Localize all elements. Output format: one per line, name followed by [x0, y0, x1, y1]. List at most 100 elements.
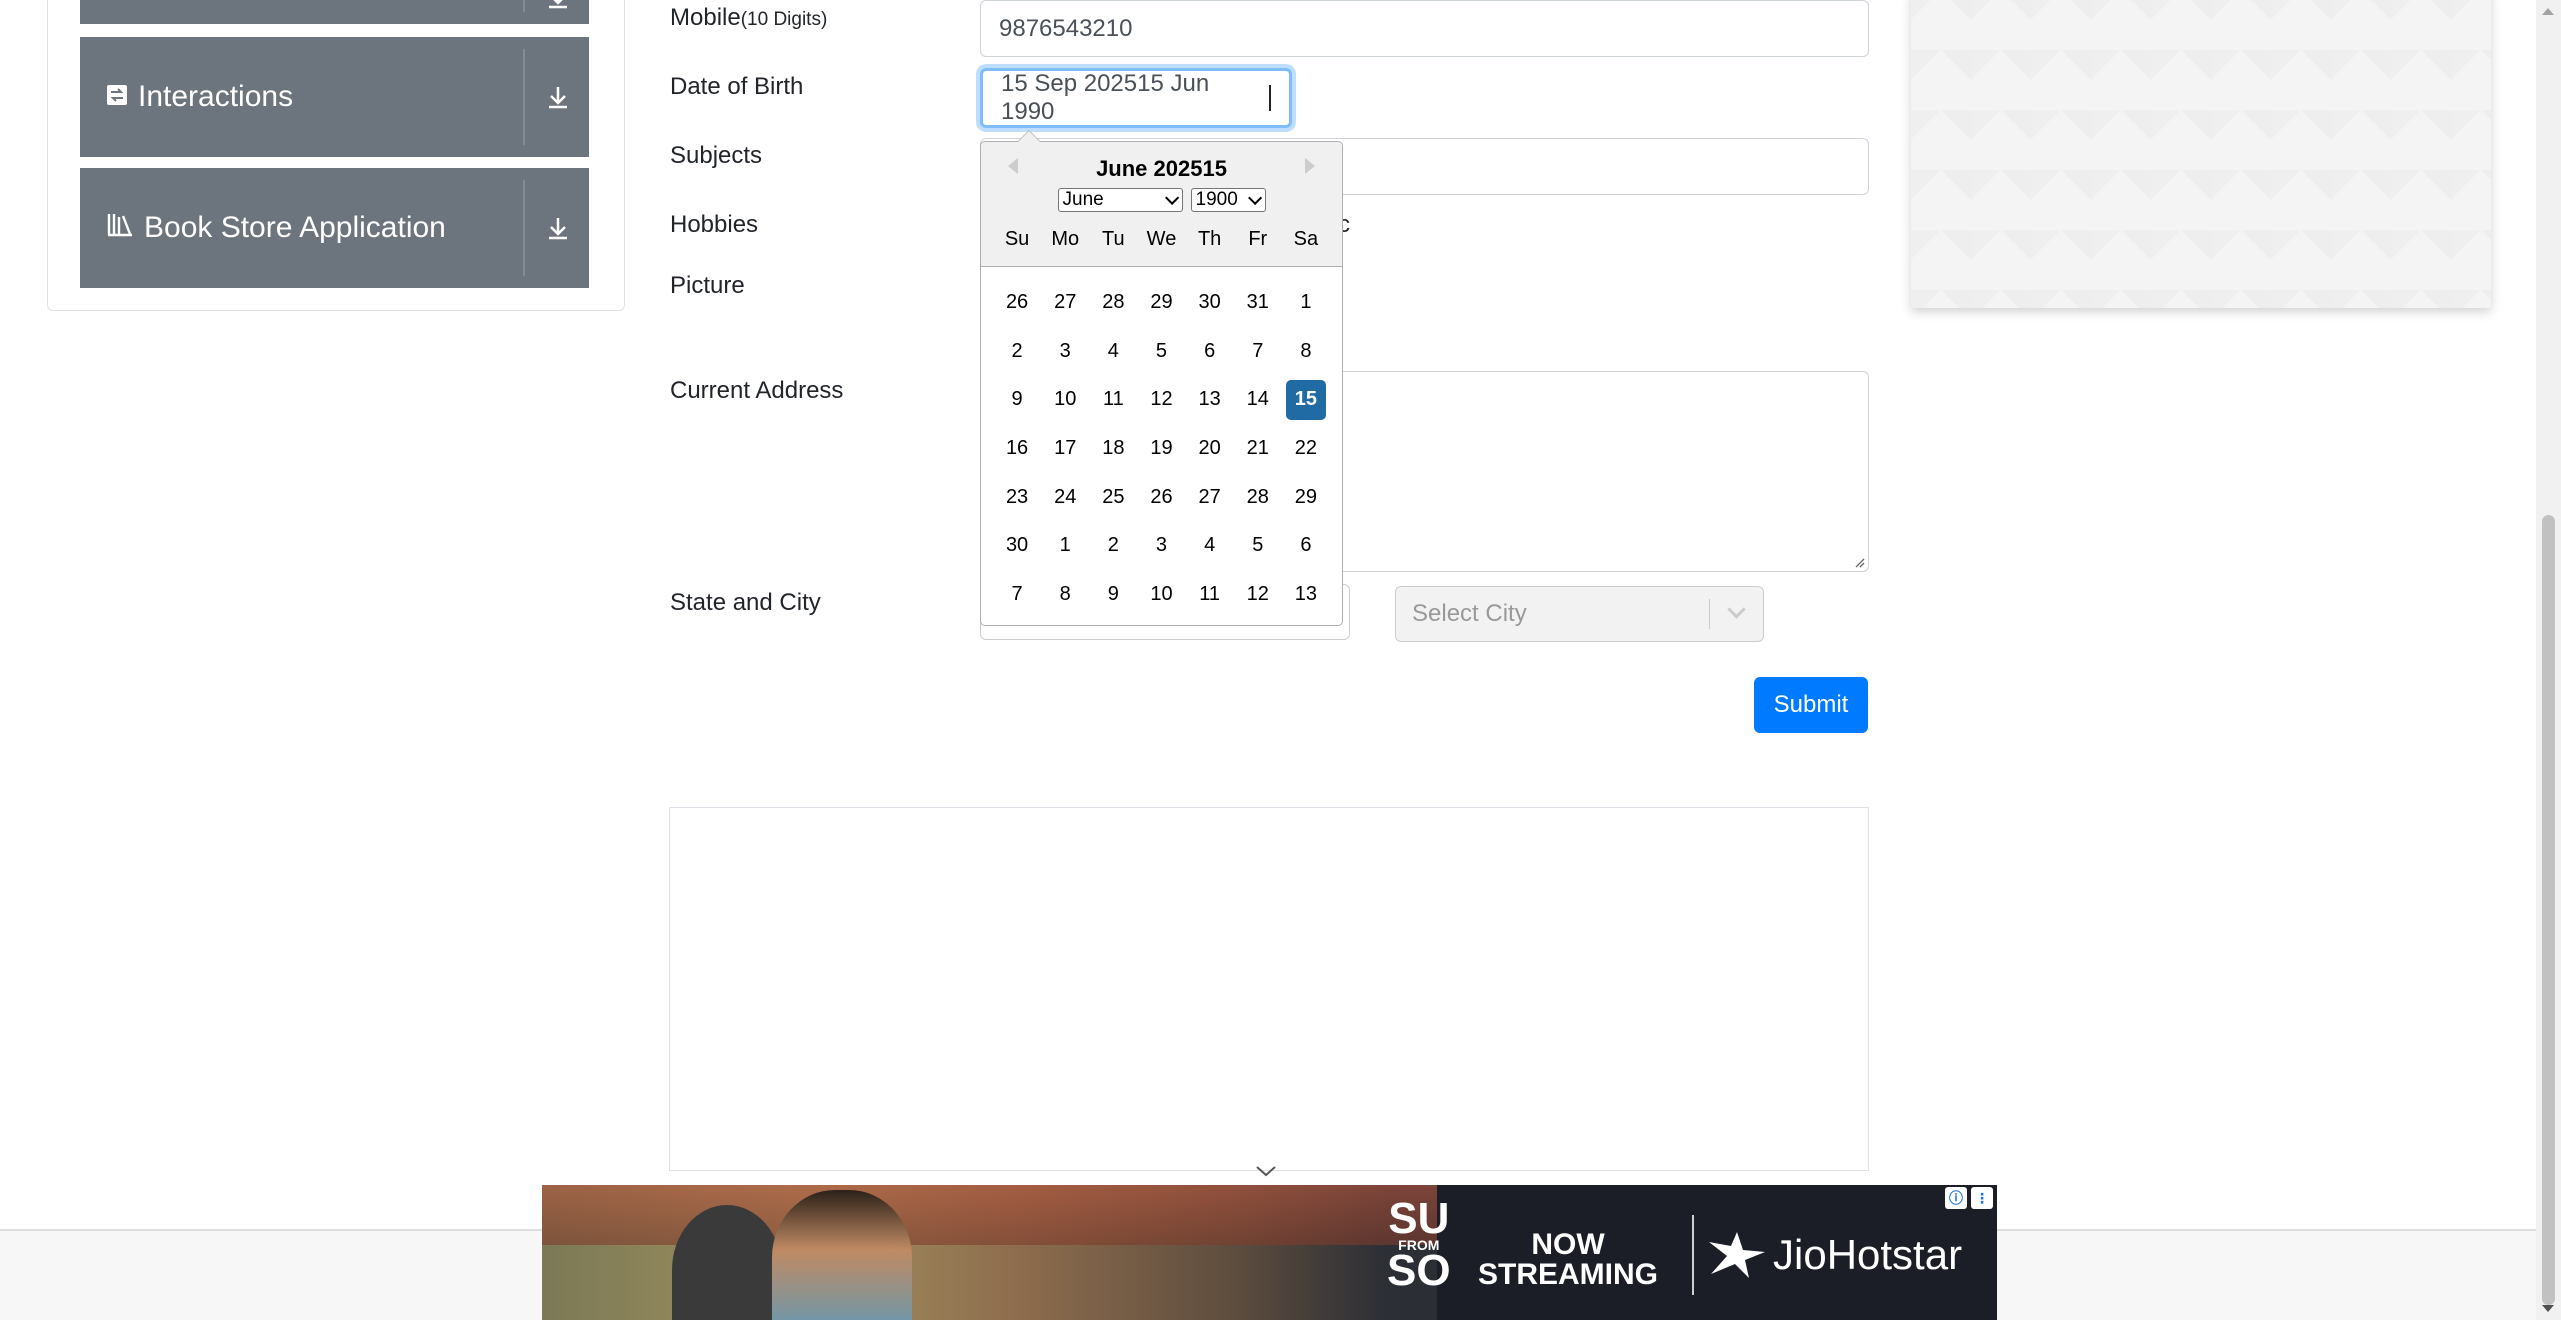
calendar-day-number: 3: [1059, 339, 1071, 362]
calendar-day[interactable]: 28: [1089, 278, 1137, 327]
calendar-day[interactable]: 12: [1234, 570, 1282, 619]
ad-brand: JioHotstar: [1707, 1230, 1962, 1280]
calendar-day[interactable]: 1: [1041, 521, 1089, 570]
calendar-day[interactable]: 14: [1234, 375, 1282, 424]
calendar-day-number: 9: [1107, 582, 1119, 605]
weekday-header: Su Mo Tu We Th Fr Sa: [993, 228, 1330, 251]
calendar-day[interactable]: 17: [1041, 424, 1089, 473]
month-select[interactable]: June: [1057, 188, 1183, 212]
year-select[interactable]: 1900: [1190, 188, 1266, 212]
calendar-day[interactable]: 9: [993, 375, 1041, 424]
next-month-icon[interactable]: [1305, 158, 1315, 174]
calendar-day-number: 27: [1198, 485, 1221, 508]
calendar-day[interactable]: 29: [1137, 278, 1185, 327]
sidebar-group-interactions[interactable]: Interactions: [80, 37, 589, 157]
calendar-day[interactable]: 30: [1186, 278, 1234, 327]
calendar-day[interactable]: 12: [1137, 375, 1185, 424]
calendar-day[interactable]: 27: [1041, 278, 1089, 327]
calendar-day-number: 8: [1300, 339, 1312, 362]
calendar-day[interactable]: 10: [1137, 570, 1185, 619]
calendar-day[interactable]: 31: [1234, 278, 1282, 327]
calendar-day[interactable]: 6: [1186, 327, 1234, 376]
calendar-day-number: 10: [1054, 388, 1077, 411]
calendar-day-selected[interactable]: 15: [1282, 375, 1330, 424]
calendar-day-number: 11: [1199, 582, 1220, 605]
calendar-day[interactable]: 30: [993, 521, 1041, 570]
calendar-day-number: 27: [1054, 290, 1077, 313]
resize-handle-icon[interactable]: [1853, 556, 1865, 568]
vertical-scrollbar[interactable]: [2536, 0, 2561, 1320]
calendar-day-number: 31: [1246, 290, 1269, 313]
scroll-down-icon[interactable]: [2542, 1305, 2554, 1312]
calendar-day[interactable]: 19: [1137, 424, 1185, 473]
calendar-day[interactable]: 26: [993, 278, 1041, 327]
calendar-day[interactable]: 28: [1234, 473, 1282, 522]
calendar-day-number: 12: [1246, 582, 1269, 605]
weekday-label: We: [1146, 228, 1177, 250]
sidebar-group-book-store[interactable]: Book Store Application: [80, 168, 589, 288]
scrollbar-thumb[interactable]: [2542, 515, 2555, 1305]
download-icon: [541, 80, 575, 114]
scroll-up-icon[interactable]: [2542, 8, 2554, 15]
calendar-day[interactable]: 5: [1137, 327, 1185, 376]
calendar-day[interactable]: 18: [1089, 424, 1137, 473]
calendar-day[interactable]: 4: [1089, 327, 1137, 376]
calendar-day[interactable]: 29: [1282, 473, 1330, 522]
calendar-day[interactable]: 23: [993, 473, 1041, 522]
picture-label: Picture: [670, 272, 745, 299]
calendar-day[interactable]: 7: [1234, 327, 1282, 376]
ad-info-controls[interactable]: ⓘ ⋮: [1945, 1187, 1993, 1209]
mobile-input[interactable]: 9876543210: [980, 0, 1869, 57]
ad-menu-icon[interactable]: ⋮: [1971, 1187, 1993, 1209]
calendar-day-number: 28: [1246, 485, 1269, 508]
calendar-day[interactable]: 27: [1186, 473, 1234, 522]
calendar-day[interactable]: 5: [1234, 521, 1282, 570]
calendar-day-number: 22: [1294, 436, 1318, 459]
calendar-day[interactable]: 2: [993, 327, 1041, 376]
calendar-day[interactable]: 8: [1282, 327, 1330, 376]
calendar-day[interactable]: 2: [1089, 521, 1137, 570]
calendar-day[interactable]: 7: [993, 570, 1041, 619]
calendar-day-number: 30: [1198, 290, 1221, 313]
calendar-day-number: 3: [1155, 534, 1168, 557]
subjects-label: Subjects: [670, 142, 763, 169]
city-select[interactable]: Select City: [1395, 586, 1764, 642]
calendar-day[interactable]: 11: [1089, 375, 1137, 424]
current-address-label: Current Address: [670, 377, 844, 404]
calendar-day[interactable]: 4: [1186, 521, 1234, 570]
calendar-day[interactable]: 1: [1282, 278, 1330, 327]
calendar-day[interactable]: 22: [1282, 424, 1330, 473]
dob-input[interactable]: 15 Sep 202515 Jun 1990: [980, 68, 1292, 128]
calendar-day[interactable]: 3: [1041, 327, 1089, 376]
calendar-day[interactable]: 11: [1186, 570, 1234, 619]
calendar-day[interactable]: 9: [1089, 570, 1137, 619]
calendar-day[interactable]: 24: [1041, 473, 1089, 522]
calendar-day[interactable]: 13: [1186, 375, 1234, 424]
calendar-day[interactable]: 6: [1282, 521, 1330, 570]
banner-advertisement[interactable]: SU FROM SO NOW STREAMING JioHotstar ⓘ ⋮: [542, 1185, 1997, 1320]
divider: [523, 0, 525, 12]
submit-button[interactable]: Submit: [1754, 677, 1868, 733]
calendar-day-number: 13: [1198, 388, 1221, 411]
collapse-ad-icon[interactable]: [1255, 1164, 1277, 1178]
calendar-day[interactable]: 16: [993, 424, 1041, 473]
side-advertisement[interactable]: [1911, 0, 2491, 308]
calendar-day[interactable]: 3: [1137, 521, 1185, 570]
calendar-day[interactable]: 13: [1282, 570, 1330, 619]
mobile-label: Mobile(10 Digits): [670, 4, 828, 31]
ad-info-icon[interactable]: ⓘ: [1945, 1187, 1967, 1209]
weekday-label: Fr: [1248, 228, 1268, 250]
calendar-day-number: 30: [1005, 534, 1029, 557]
calendar-day[interactable]: 8: [1041, 570, 1089, 619]
calendar-day-number: 13: [1294, 582, 1318, 605]
calendar-day[interactable]: 25: [1089, 473, 1137, 522]
dob-label: Date of Birth: [670, 73, 804, 100]
calendar-day-number: 4: [1107, 339, 1119, 362]
sidebar-group-previous[interactable]: [80, 0, 589, 24]
weekday-label: Th: [1197, 228, 1222, 250]
weekday-label: Sa: [1293, 228, 1319, 250]
calendar-day[interactable]: 26: [1137, 473, 1185, 522]
calendar-day[interactable]: 10: [1041, 375, 1089, 424]
calendar-day[interactable]: 21: [1234, 424, 1282, 473]
calendar-day[interactable]: 20: [1186, 424, 1234, 473]
